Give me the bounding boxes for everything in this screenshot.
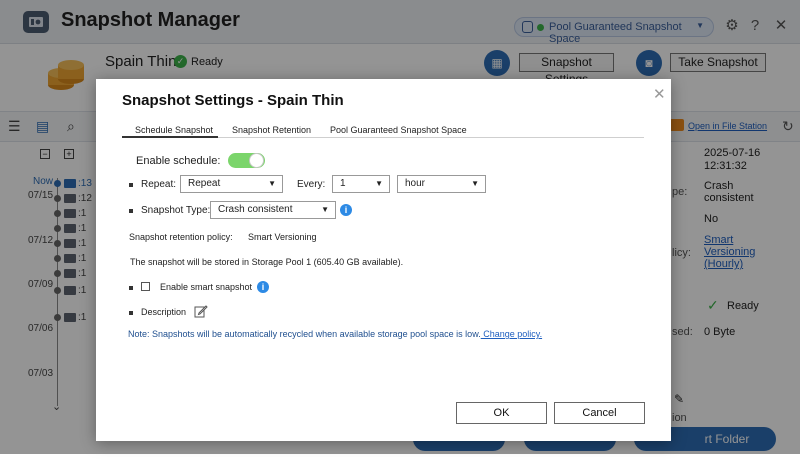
info-icon[interactable]: i [257, 281, 269, 293]
snapshot-settings-dialog: Snapshot Settings - Spain Thin ✕ Schedul… [96, 79, 671, 441]
recycle-note: Note: Snapshots will be automatically re… [128, 329, 542, 339]
tab-pool-guaranteed-space[interactable]: Pool Guaranteed Snapshot Space [330, 125, 467, 135]
cancel-button[interactable]: Cancel [554, 402, 645, 424]
tab-snapshot-retention[interactable]: Snapshot Retention [232, 125, 311, 135]
bullet-icon [129, 311, 133, 315]
bullet-icon [129, 286, 133, 290]
snapshot-type-value: Crash consistent [218, 204, 293, 215]
every-select[interactable]: 1 ▼ [332, 175, 390, 193]
chevron-down-icon: ▼ [471, 179, 479, 188]
interval-unit-select[interactable]: hour ▼ [397, 175, 486, 193]
enable-smart-snapshot-checkbox[interactable] [141, 282, 150, 291]
change-policy-link[interactable]: Change policy. [481, 329, 542, 339]
edit-description-icon[interactable] [194, 304, 208, 318]
repeat-select[interactable]: Repeat ▼ [180, 175, 283, 193]
recycle-note-text: Note: Snapshots will be automatically re… [128, 329, 481, 339]
snapshot-type-select[interactable]: Crash consistent ▼ [210, 201, 336, 219]
dialog-tabs: Schedule Snapshot Snapshot Retention Poo… [122, 124, 644, 138]
enable-schedule-toggle[interactable] [228, 153, 265, 168]
chevron-down-icon: ▼ [321, 205, 329, 214]
enable-schedule-label: Enable schedule: [136, 155, 221, 167]
bullet-icon [129, 209, 133, 213]
storage-info-text: The snapshot will be stored in Storage P… [130, 257, 404, 267]
toggle-knob [249, 153, 264, 168]
active-tab-indicator [122, 136, 218, 138]
retention-policy-label: Snapshot retention policy: [129, 232, 233, 242]
description-label: Description [141, 307, 187, 317]
repeat-label: Repeat: [141, 179, 177, 190]
snapshot-type-label: Snapshot Type: [141, 205, 211, 216]
bullet-icon [129, 183, 133, 187]
enable-smart-snapshot-label: Enable smart snapshot [160, 282, 253, 292]
ok-button[interactable]: OK [456, 402, 547, 424]
retention-policy-link[interactable]: Smart Versioning [248, 232, 317, 242]
chevron-down-icon: ▼ [375, 179, 383, 188]
every-label: Every: [297, 179, 326, 190]
close-icon[interactable]: ✕ [653, 85, 666, 103]
info-icon[interactable]: i [340, 204, 352, 216]
repeat-select-value: Repeat [188, 178, 221, 189]
chevron-down-icon: ▼ [268, 179, 276, 188]
tab-schedule-snapshot[interactable]: Schedule Snapshot [135, 125, 213, 135]
every-select-value: 1 [340, 178, 346, 189]
interval-unit-value: hour [405, 178, 426, 189]
dialog-title: Snapshot Settings - Spain Thin [122, 92, 344, 109]
